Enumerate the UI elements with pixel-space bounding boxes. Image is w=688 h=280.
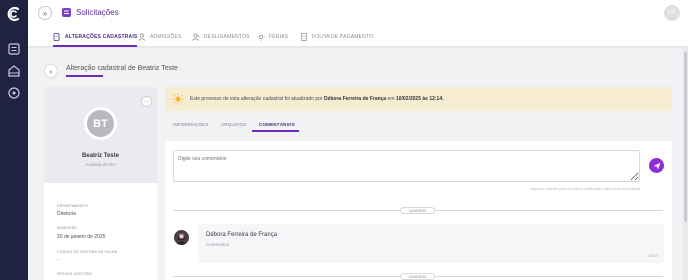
comment-hint: Apenas contato para enviar a notificação… [530,186,640,191]
banner-prefix: Este processo de esta alteração cadastra… [190,96,324,102]
comment-item: Débora Ferreira de França Comentario 13:… [198,224,664,263]
banner-datetime: 10/02/2025 às 12:14. [395,96,444,102]
user-remove-icon [192,33,200,41]
tab-arquivos[interactable]: ARQUIVOS [221,122,246,127]
tab-informacoes[interactable]: INFORMAÇÕES [173,122,209,127]
banner-author: Débora Ferreira de França [323,96,387,102]
tab-comentarios[interactable]: COMENTÁRIOS [259,122,295,127]
more-options-icon[interactable]: ··· [141,96,152,107]
send-icon [653,162,660,169]
tab-admissoes[interactable]: ADMISSÕES [138,27,182,47]
requests-icon [62,8,71,17]
comment-text: Comentario [206,242,230,247]
banner-middle: em [386,96,396,102]
field-label-admissao: ADMISSÃO [57,226,78,230]
comment-input[interactable] [173,150,640,182]
app-logo-icon[interactable] [5,5,23,23]
employee-avatar: BT [84,107,117,140]
process-tabs: ALTERAÇÕES CADASTRAIS ADMISSÕES DESLIGAM… [28,27,688,47]
employee-role: Analista de RH [85,162,116,167]
tab-label: FOLHA DE PAGAMENTO [312,34,374,40]
list-icon[interactable] [7,42,21,56]
field-value-departamento: Diretoria [57,211,76,217]
tag-icon[interactable] [7,86,21,100]
title-underline [66,75,103,77]
comment-avatar [174,230,189,245]
scrollbar-thumb[interactable] [684,52,687,222]
app-sidebar [0,0,28,280]
tab-alteracoes-cadastrais[interactable]: ALTERAÇÕES CADASTRAIS [53,27,138,47]
comment-time: 13:17 [647,253,658,258]
tab-ferias[interactable]: FÉRIAS [257,27,288,47]
field-label-codigo-folha: CÓDIGO DO SISTEMA DE FOLHA [57,250,118,254]
top-bar: » Solicitações DF [28,0,688,27]
employee-profile-card: ··· BT Beatriz Teste Analista de RH DEPA… [44,87,157,280]
comment-author: Débora Ferreira de França [206,232,278,238]
building-icon[interactable] [7,64,21,78]
payroll-icon [301,33,307,41]
tab-label: ALTERAÇÕES CADASTRAIS [65,34,138,40]
field-value-codigo-folha: - [57,257,59,263]
page-section-title: Solicitações [76,8,119,17]
comments-panel: Apenas contato para enviar a notificação… [165,141,672,280]
sun-icon [172,93,184,105]
employee-name: Beatriz Teste [82,153,119,159]
tab-underline [252,130,299,132]
person-photo-icon [176,232,187,245]
update-banner: Este processo de esta alteração cadastra… [165,87,672,111]
tab-folha-de-pagamento[interactable]: FOLHA DE PAGAMENTO [300,27,373,47]
page-title: Alteração cadastral de Beatriz Teste [66,65,178,72]
back-button[interactable]: ‹ [44,64,58,78]
user-icon [138,33,146,41]
date-badge: 10/02/2023 [400,273,435,280]
sun-icon [257,33,265,41]
tab-label: DESLIGAMENTOS [204,34,250,40]
field-label-pessoa-gestora: PESSOA GESTORA [57,272,93,276]
tab-label: ADMISSÕES [150,34,182,40]
field-label-departamento: DEPARTAMENTO [57,204,88,208]
date-badge: 11/02/2023 [400,207,435,214]
field-value-admissao: 20 de janeiro de 2025 [57,234,106,240]
banner-text: Este processo de esta alteração cadastra… [190,96,444,102]
tab-desligamentos[interactable]: DESLIGAMENTOS [192,27,250,47]
double-chevron-right-icon[interactable]: » [38,6,52,20]
user-avatar[interactable]: DF [664,5,680,21]
edit-document-icon [53,33,60,41]
send-button[interactable] [649,158,664,173]
tab-label: FÉRIAS [269,34,289,40]
chevron-left-icon: ‹ [49,66,53,76]
